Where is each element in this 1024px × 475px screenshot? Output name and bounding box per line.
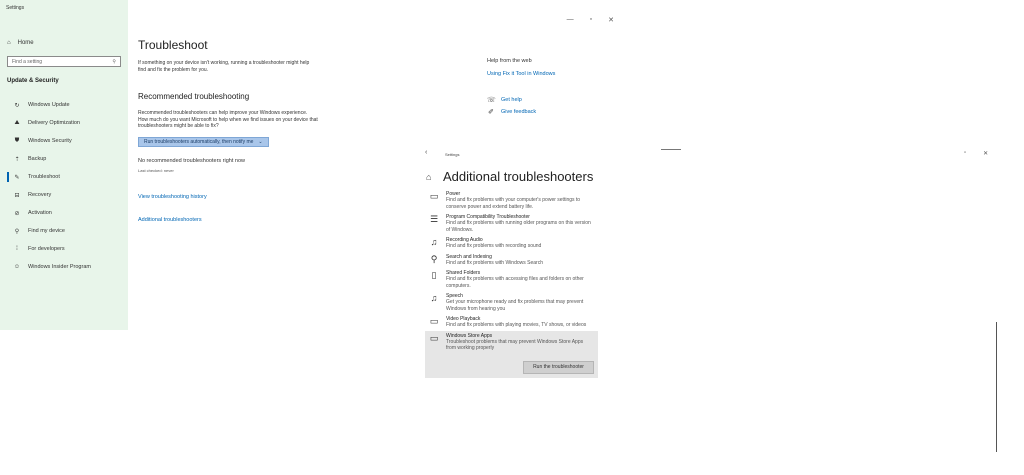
troubleshooter-description: Find and fix problems with running older… [446, 220, 591, 233]
sidebar-item-windows-security[interactable]: ⛊ Windows Security [0, 132, 128, 150]
troubleshooter-description: Find and fix problems with accessing fil… [446, 276, 584, 289]
troubleshooter-description: Find and fix problems with recording sou… [446, 243, 542, 249]
help-title: Help from the web [487, 58, 532, 64]
app-title: Settings [6, 5, 25, 11]
recommended-heading: Recommended troubleshooting [138, 92, 250, 101]
troubleshooter-recording-audio[interactable]: ♫ Recording Audio Find and fix problems … [425, 235, 598, 252]
wrench-icon: ✎ [14, 174, 20, 181]
app-title: Settings [445, 152, 460, 157]
get-help-label: Get help [501, 97, 522, 103]
microphone-icon: ♫ [430, 293, 438, 303]
web-help-link[interactable]: Using Fix it Tool in Windows [487, 71, 555, 77]
troubleshooter-windows-store-apps[interactable]: ▭ Windows Store Apps Troubleshoot proble… [425, 330, 598, 378]
troubleshooter-video-playback[interactable]: ▭ Video Playback Find and fix problems w… [425, 314, 598, 331]
settings-sidebar: Settings ⌂ Home Find a setting ⚲ Update … [0, 0, 128, 330]
search-input[interactable]: Find a setting ⚲ [7, 56, 121, 67]
microphone-icon: ♫ [430, 237, 438, 247]
troubleshooter-description: Find and fix problems with Windows Searc… [446, 259, 543, 266]
intro-text: If something on your device isn't workin… [138, 60, 310, 73]
refresh-icon: ↻ [14, 102, 20, 109]
backup-icon: ⇡ [14, 156, 20, 163]
sidebar-item-insider-program[interactable]: ☺ Windows Insider Program [0, 258, 128, 276]
additional-troubleshooters-window: ‹ Settings ▫ ✕ ⌂ Additional troubleshoot… [420, 142, 1020, 442]
list-icon: ☰ [429, 214, 439, 224]
delivery-icon: ⛰ [14, 119, 20, 126]
sidebar-item-label: Windows Security [28, 138, 72, 144]
additional-troubleshooters-link[interactable]: Additional troubleshooters [138, 217, 202, 223]
close-button[interactable]: ✕ [608, 16, 614, 24]
title-bar-divider [661, 149, 681, 150]
insider-icon: ☺ [13, 264, 21, 270]
troubleshooter-description: Get your microphone ready and fix proble… [446, 299, 584, 312]
sidebar-item-delivery-optimization[interactable]: ⛰ Delivery Optimization [0, 114, 128, 132]
troubleshooter-search-indexing[interactable]: ⚲ Search and Indexing Find and fix probl… [425, 252, 598, 269]
sidebar-item-label: Recovery [28, 192, 52, 198]
close-button[interactable]: ✕ [983, 150, 988, 157]
sidebar-item-label: Backup [28, 156, 47, 162]
sidebar-item-label: Activation [28, 210, 52, 216]
sidebar-item-label: Delivery Optimization [28, 120, 80, 126]
location-icon: ⚲ [14, 228, 20, 235]
dropdown-value: Run troubleshooters automatically, then … [144, 139, 254, 145]
shield-icon: ⛊ [14, 137, 20, 144]
troubleshooter-program-compatibility[interactable]: ☰ Program Compatibility Troubleshooter F… [425, 212, 598, 235]
window-controls: ▫ ✕ [964, 150, 988, 157]
troubleshooter-description: Find and fix problems with playing movie… [446, 322, 587, 328]
sidebar-item-troubleshoot[interactable]: ✎ Troubleshoot [0, 168, 128, 186]
give-feedback-label: Give feedback [501, 109, 537, 115]
developer-icon: ⁞ [16, 246, 18, 252]
give-feedback-link[interactable]: ✐ Give feedback [487, 108, 536, 116]
run-troubleshooter-button[interactable]: Run the troubleshooter [523, 360, 594, 374]
search-placeholder: Find a setting [12, 58, 43, 65]
troubleshooter-shared-folders[interactable]: ▯ Shared Folders Find and fix problems w… [425, 268, 598, 291]
home-nav[interactable]: ⌂ Home [7, 40, 34, 46]
sidebar-item-label: For developers [28, 246, 65, 252]
chat-icon: ☏ [487, 97, 496, 104]
chevron-down-icon: ⌄ [258, 139, 263, 145]
troubleshooter-list: ▭ Power Find and fix problems with your … [425, 189, 598, 378]
section-heading: Update & Security [7, 78, 59, 84]
sidebar-item-for-developers[interactable]: ⁞ For developers [0, 240, 128, 258]
scrollbar[interactable] [996, 322, 997, 452]
server-icon: ▯ [431, 270, 437, 280]
store-icon: ▭ [429, 332, 439, 343]
sidebar-item-label: Windows Update [28, 102, 70, 108]
page-title: Troubleshoot [138, 38, 208, 52]
sidebar-item-recovery[interactable]: ⊟ Recovery [0, 186, 128, 204]
battery-icon: ▭ [429, 191, 439, 201]
activation-icon: ⊘ [14, 210, 20, 217]
last-checked-text: Last checked: never [138, 168, 174, 173]
recovery-icon: ⊟ [14, 192, 20, 199]
video-icon: ▭ [429, 316, 439, 326]
minimize-button[interactable]: — [567, 16, 574, 24]
maximize-button[interactable]: ▫ [590, 16, 592, 24]
sidebar-item-label: Windows Insider Program [28, 264, 91, 270]
sidebar-item-activation[interactable]: ⊘ Activation [0, 204, 128, 222]
no-recommended-text: No recommended troubleshooters right now [138, 158, 246, 164]
home-icon: ⌂ [426, 172, 432, 182]
feedback-icon: ✐ [488, 109, 494, 116]
troubleshooter-speech[interactable]: ♫ Speech Get your microphone ready and f… [425, 291, 598, 314]
sidebar-item-backup[interactable]: ⇡ Backup [0, 150, 128, 168]
sidebar-item-label: Find my device [28, 228, 65, 234]
home-icon: ⌂ [7, 40, 11, 46]
recommended-description: Recommended troubleshooters can help imp… [138, 110, 318, 129]
troubleshooter-preference-dropdown[interactable]: Run troubleshooters automatically, then … [138, 137, 269, 147]
view-history-link[interactable]: View troubleshooting history [138, 194, 207, 200]
window-controls: — ▫ ✕ [567, 16, 614, 24]
back-arrow-icon[interactable]: ‹ [425, 149, 427, 156]
sidebar-item-windows-update[interactable]: ↻ Windows Update [0, 96, 128, 114]
page-title: Additional troubleshooters [443, 169, 594, 184]
troubleshooter-description: Troubleshoot problems that may prevent W… [446, 338, 584, 352]
sidebar-item-find-my-device[interactable]: ⚲ Find my device [0, 222, 128, 240]
troubleshooter-description: Find and fix problems with your computer… [446, 197, 581, 210]
troubleshooter-power[interactable]: ▭ Power Find and fix problems with your … [425, 189, 598, 212]
home-label: Home [17, 40, 34, 46]
search-icon: ⚲ [112, 58, 116, 65]
sidebar-item-label: Troubleshoot [28, 174, 60, 180]
maximize-button[interactable]: ▫ [964, 150, 966, 157]
get-help-link[interactable]: ☏ Get help [487, 96, 522, 104]
search-icon: ⚲ [430, 253, 438, 264]
